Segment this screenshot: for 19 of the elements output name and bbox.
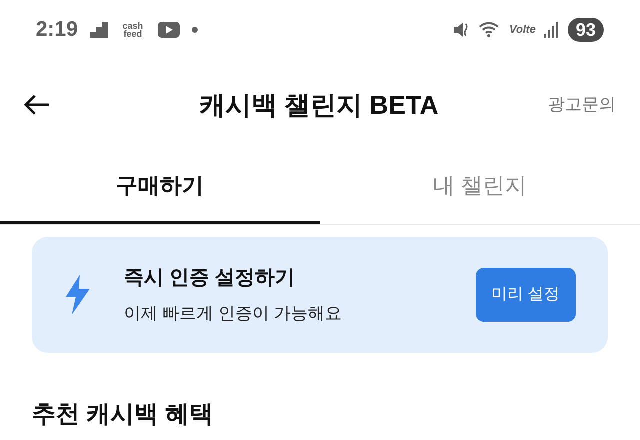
app-logo: cash feed — [122, 22, 144, 38]
section-title: 추천 캐시백 혜택 — [32, 401, 214, 428]
wifi-icon — [479, 21, 502, 39]
battery-indicator: 93 — [568, 18, 604, 42]
status-time: 2:19 — [36, 17, 78, 44]
dot-icon — [192, 27, 198, 33]
banner-subtitle: 이제 빠르게 인증이 가능해요 — [124, 303, 344, 326]
back-arrow-icon[interactable] — [24, 94, 50, 116]
banner-title: 즉시 인증 설정하기 — [124, 266, 296, 292]
preset-button[interactable]: 미리 설정 — [476, 268, 576, 322]
tab[interactable]: 내 챌린지 — [320, 150, 640, 224]
ad-inquiry-link[interactable]: 광고문의 — [548, 92, 616, 118]
lightning-icon — [64, 275, 92, 315]
signal-icon — [544, 22, 560, 38]
tab[interactable]: 구매하기 — [0, 150, 320, 224]
video-play-icon — [158, 22, 180, 38]
page-title: 캐시백 챌린지 BETA — [199, 88, 439, 122]
app-icon — [90, 22, 108, 38]
network-type: Volte — [509, 22, 536, 38]
